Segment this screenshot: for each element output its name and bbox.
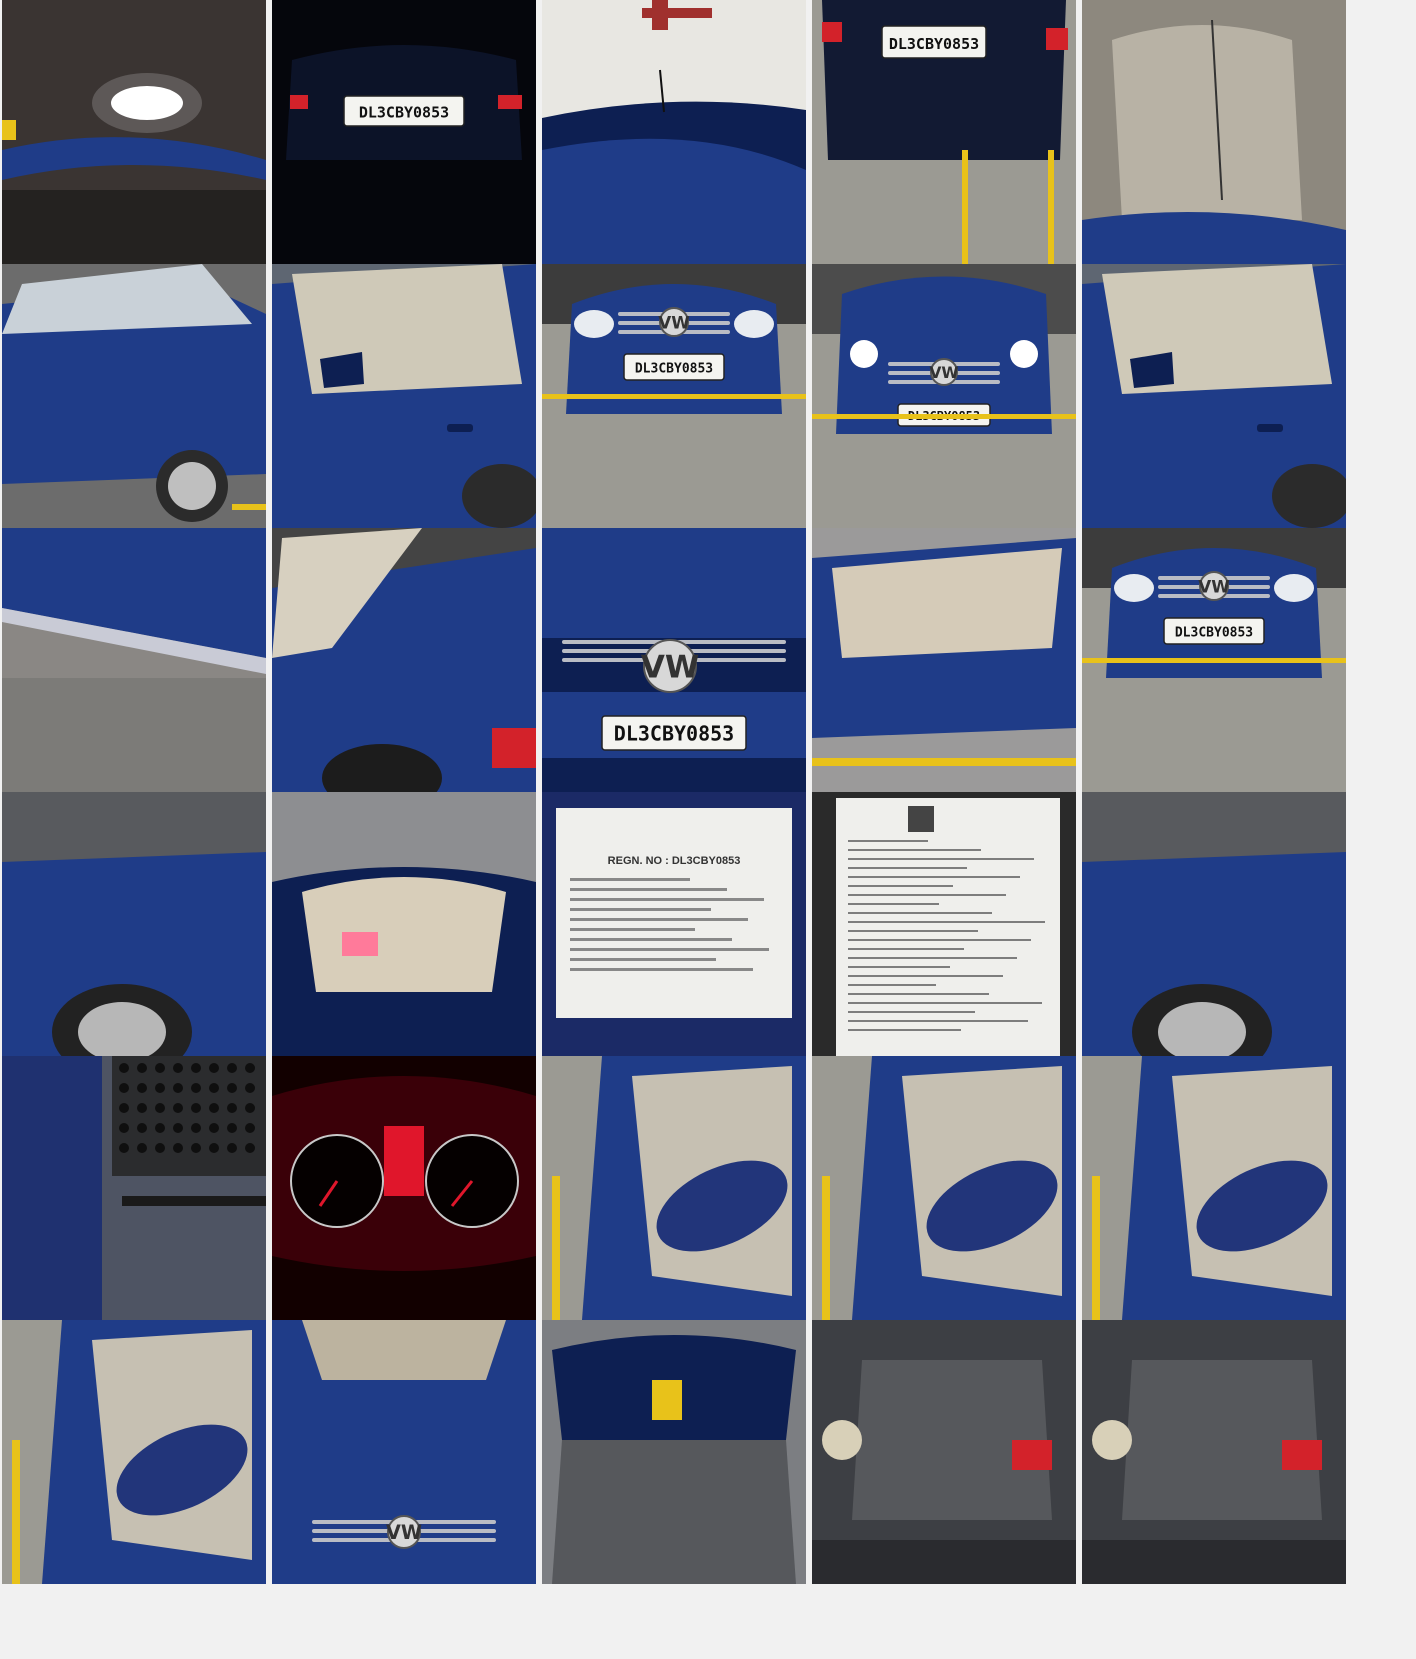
photo-thumbnail: DL3CBY0853 <box>272 0 536 264</box>
photo-thumbnail <box>1082 1056 1346 1320</box>
svg-text:VW: VW <box>641 650 700 686</box>
photo-rear-interior[interactable] <box>272 792 536 1056</box>
photo-thumbnail <box>2 264 266 528</box>
photo-thumbnail <box>2 1056 266 1320</box>
svg-text:VW: VW <box>1198 576 1230 596</box>
photo-front-full[interactable]: VW DL3CBY0853 <box>1082 528 1346 792</box>
photo-sill-scratches[interactable] <box>2 528 266 792</box>
photo-front-fender[interactable] <box>2 792 266 1056</box>
photo-rear-plate-night[interactable]: DL3CBY0853 <box>272 0 536 264</box>
photo-thumbnail <box>272 528 536 792</box>
photo-thumbnail <box>1082 792 1346 1056</box>
photo-right-fender[interactable] <box>1082 792 1346 1056</box>
photo-thumbnail <box>542 1056 806 1320</box>
photo-thumbnail <box>1082 1320 1346 1584</box>
photo-driver-door[interactable] <box>272 264 536 528</box>
photo-thumbnail: DL3CBY0853 <box>812 0 1076 264</box>
photo-thumbnail <box>272 792 536 1056</box>
photo-engine-bay[interactable] <box>812 1320 1076 1584</box>
photo-thumbnail <box>812 1320 1076 1584</box>
svg-text:VW: VW <box>658 312 690 332</box>
photo-thumbnail: VW DL3CBY0853 <box>812 264 1076 528</box>
photo-open-doors-interior[interactable] <box>812 528 1076 792</box>
photo-thumbnail <box>812 528 1076 792</box>
photo-thumbnail <box>542 0 806 264</box>
photo-rear-windshield[interactable] <box>1082 0 1346 264</box>
photo-thumbnail <box>2 1320 266 1584</box>
photo-thumbnail <box>2 528 266 792</box>
photo-open-bonnet[interactable] <box>542 1320 806 1584</box>
photo-thumbnail: VW DL3CBY0853 <box>542 528 806 792</box>
photo-left-side[interactable] <box>2 264 266 528</box>
svg-text:VW: VW <box>929 364 958 382</box>
plate-number-text: DL3CBY0853 <box>614 721 734 745</box>
photo-thumbnail <box>542 1320 806 1584</box>
photo-front-grille-plate[interactable]: VW DL3CBY0853 <box>542 528 806 792</box>
photo-thumbnail <box>272 1056 536 1320</box>
plate-number-text: DL3CBY0853 <box>635 362 713 377</box>
photo-left-mirror[interactable] <box>542 1056 806 1320</box>
photo-rear-plate[interactable]: DL3CBY0853 <box>812 0 1076 264</box>
photo-chassis-number[interactable] <box>2 1056 266 1320</box>
photo-thumbnail: VW <box>272 1320 536 1584</box>
photo-thumbnail <box>812 792 1076 1056</box>
photo-mirror-closeup[interactable] <box>1082 1056 1346 1320</box>
photo-thumbnail <box>2 0 266 264</box>
photo-thumbnail: VW DL3CBY0853 <box>1082 528 1346 792</box>
photo-front-plate[interactable]: VW DL3CBY0853 <box>542 264 806 528</box>
photo-mirror-glass[interactable] <box>2 1320 266 1584</box>
photo-rear-door[interactable] <box>1082 264 1346 528</box>
photo-thumbnail: VW DL3CBY0853 <box>542 264 806 528</box>
svg-text:VW: VW <box>386 1521 422 1544</box>
photo-instrument-cluster[interactable] <box>272 1056 536 1320</box>
photo-rear-quarter[interactable] <box>272 528 536 792</box>
photo-thumbnail <box>812 1056 1076 1320</box>
photo-roof-antenna[interactable] <box>542 0 806 264</box>
photo-gallery: DL3CBY0853 DL3CBY0853 VW DL3CBY0853 VW V… <box>0 0 1416 1659</box>
document-heading: REGN. NO : DL3CBY0853 <box>608 855 741 867</box>
photo-thumbnail: REGN. NO : DL3CBY0853 <box>542 792 806 1056</box>
plate-number-text: DL3CBY0853 <box>359 104 449 122</box>
photo-front-headlights-on[interactable]: VW DL3CBY0853 <box>812 264 1076 528</box>
plate-number-text: DL3CBY0853 <box>889 35 979 53</box>
photo-thumbnail <box>1082 264 1346 528</box>
photo-thumbnail <box>1082 0 1346 264</box>
photo-bonnet-front[interactable]: VW <box>272 1320 536 1584</box>
photo-registration-certificate[interactable]: REGN. NO : DL3CBY0853 <box>542 792 806 1056</box>
photo-thumbnail <box>272 264 536 528</box>
photo-thumbnail <box>2 792 266 1056</box>
plate-number-text: DL3CBY0853 <box>1175 626 1253 641</box>
photo-headlight-glare[interactable] <box>2 0 266 264</box>
photo-insurance-document[interactable] <box>812 792 1076 1056</box>
photo-right-mirror[interactable] <box>812 1056 1076 1320</box>
photo-engine-detail[interactable] <box>1082 1320 1346 1584</box>
